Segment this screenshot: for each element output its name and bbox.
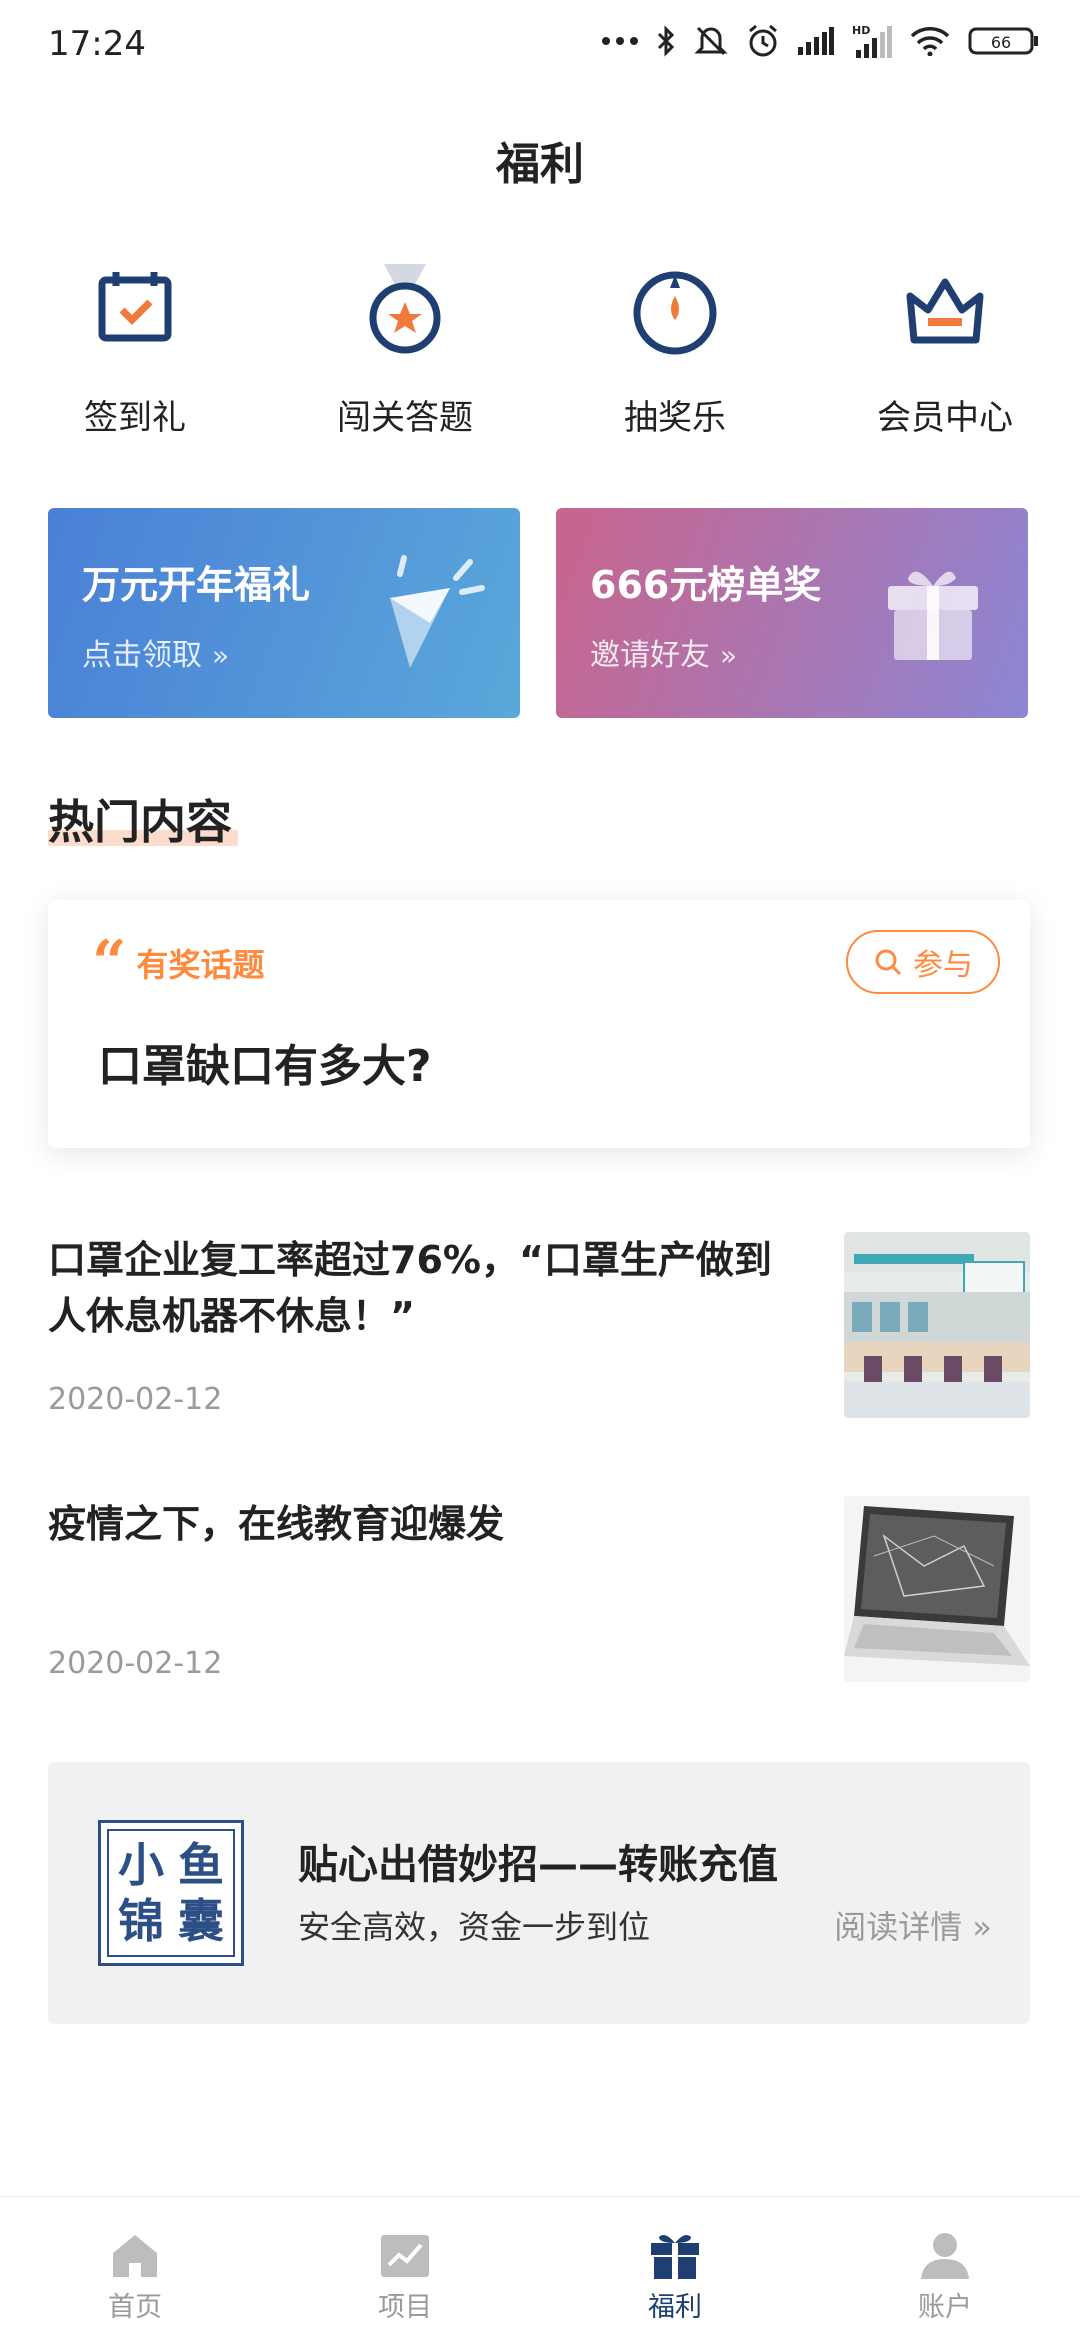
tab-account[interactable]: 账户 <box>810 2197 1080 2341</box>
feature-label: 闯关答题 <box>337 398 473 438</box>
medal-icon <box>350 258 460 368</box>
logo-char: 小 <box>118 1838 164 1892</box>
wheel-icon <box>620 258 730 368</box>
home-icon <box>113 2235 157 2277</box>
gift-box-icon <box>888 571 978 660</box>
bottom-tab-bar: 首页 项目 福利 账户 <box>0 2196 1080 2341</box>
feature-member-center[interactable]: 会员中心 <box>810 258 1080 439</box>
tab-label: 项目 <box>378 2292 432 2323</box>
news-title: 口罩企业复工率超过76%，“口罩生产做到人休息机器不休息！” <box>48 1238 772 1338</box>
read-more-link[interactable]: 阅读详情 » <box>834 1902 992 1948</box>
banner-title: 666元榜单奖 <box>590 563 822 607</box>
news-item[interactable]: 口罩企业复工率超过76%，“口罩生产做到人休息机器不休息！” 2020-02-1… <box>48 1232 1030 1418</box>
banner-link: 点击领取 » <box>82 630 229 674</box>
news-date: 2020-02-12 <box>48 1382 223 1417</box>
svg-text:HD: HD <box>852 24 870 37</box>
topic-tag-label: 有奖话题 <box>136 946 265 984</box>
battery-level: 66 <box>991 33 1011 52</box>
logo-char: 囊 <box>178 1894 224 1948</box>
double-chevron-icon: » <box>720 639 738 672</box>
news-title: 疫情之下，在线教育迎爆发 <box>48 1502 505 1546</box>
mute-icon <box>694 26 728 56</box>
promo-article-card[interactable]: 小 鱼 锦 囊 贴心出借妙招——转账充值 安全高效，资金一步到位 阅读详情 » <box>48 1762 1030 2024</box>
feature-sign-in[interactable]: 签到礼 <box>0 258 270 439</box>
tab-label: 福利 <box>648 2292 702 2323</box>
logo-char: 鱼 <box>178 1838 224 1892</box>
gift-icon <box>651 2235 699 2279</box>
section-title: 热门内容 <box>48 795 232 849</box>
feature-lottery[interactable]: 抽奖乐 <box>540 258 810 439</box>
tab-label: 账户 <box>918 2292 972 2323</box>
join-button[interactable]: 参与 <box>846 930 1000 994</box>
status-bar: 17:24 HD 66 <box>0 0 1080 92</box>
promo-article-title: 贴心出借妙招——转账充值 <box>298 1842 778 1888</box>
promo-banner-ranking[interactable]: 666元榜单奖 邀请好友 » <box>556 508 1028 718</box>
tab-projects[interactable]: 项目 <box>270 2197 540 2341</box>
news-item[interactable]: 疫情之下，在线教育迎爆发 2020-02-12 <box>48 1496 1030 1682</box>
calendar-check-icon <box>80 258 190 368</box>
crown-icon <box>890 258 1000 368</box>
hd-signal-icon: HD <box>852 24 892 58</box>
tab-home[interactable]: 首页 <box>0 2197 270 2341</box>
topic-tag: “ 有奖话题 <box>92 928 265 998</box>
status-time: 17:24 <box>48 24 146 64</box>
quote-icon: “ <box>92 928 127 998</box>
status-icons: HD 66 <box>602 24 1040 58</box>
news-thumbnail-clinic <box>844 1232 1030 1418</box>
feature-grid: 签到礼 闯关答题 抽奖乐 会员中心 <box>0 258 1080 448</box>
topic-card[interactable]: “ 有奖话题 参与 口罩缺口有多大? <box>48 900 1030 1148</box>
signal-icon <box>798 27 834 55</box>
read-more-label: 阅读详情 <box>834 1908 963 1946</box>
double-chevron-icon: » <box>972 1908 992 1946</box>
tab-benefits[interactable]: 福利 <box>540 2197 810 2341</box>
page-title: 福利 <box>496 139 584 190</box>
topic-question: 口罩缺口有多大? <box>98 1041 432 1092</box>
bluetooth-icon <box>657 25 675 57</box>
join-button-label: 参与 <box>913 948 973 983</box>
brand-logo: 小 鱼 锦 囊 <box>98 1820 244 1966</box>
logo-char: 锦 <box>118 1894 164 1948</box>
feature-label: 会员中心 <box>877 398 1013 438</box>
double-chevron-icon: » <box>212 639 230 672</box>
search-icon <box>875 949 902 976</box>
feature-label: 签到礼 <box>84 398 186 438</box>
alarm-icon <box>749 24 777 57</box>
promo-article-subtitle: 安全高效，资金一步到位 <box>298 1908 651 1946</box>
battery-icon: 66 <box>968 27 1038 55</box>
feature-label: 抽奖乐 <box>624 398 726 438</box>
promo-banner-new-year[interactable]: 万元开年福礼 点击领取 » <box>48 508 520 718</box>
dots-icon <box>602 37 638 45</box>
wifi-icon <box>910 27 950 56</box>
news-date: 2020-02-12 <box>48 1646 223 1681</box>
user-icon <box>921 2233 969 2279</box>
party-horn-icon <box>390 555 485 668</box>
tab-label: 首页 <box>108 2292 162 2323</box>
feature-quiz[interactable]: 闯关答题 <box>270 258 540 439</box>
news-thumbnail-laptop <box>844 1496 1030 1682</box>
banner-link-label: 邀请好友 <box>590 638 710 673</box>
banner-title: 万元开年福礼 <box>82 563 311 607</box>
banner-link: 邀请好友 » <box>590 630 737 674</box>
chart-icon <box>381 2235 429 2277</box>
banner-link-label: 点击领取 <box>82 638 202 673</box>
